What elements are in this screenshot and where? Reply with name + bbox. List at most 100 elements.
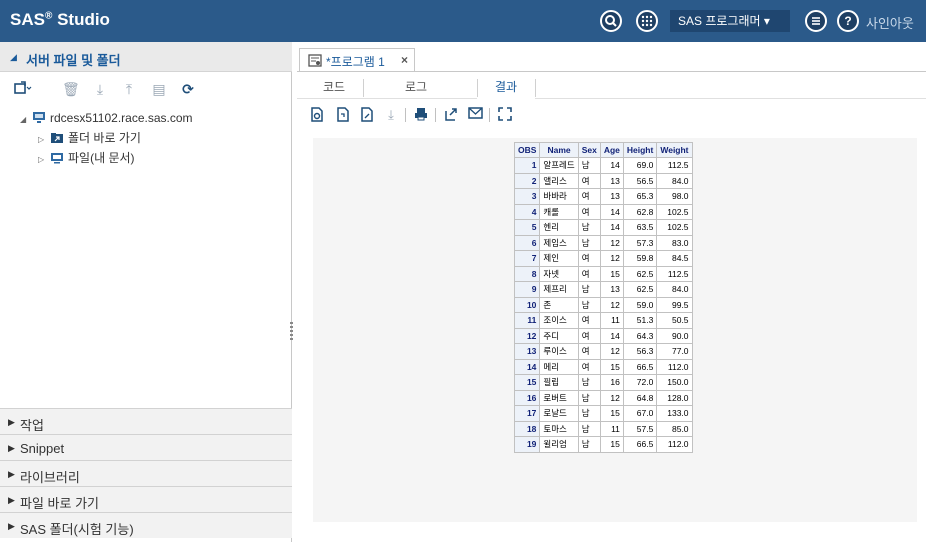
table-body: 1 알프레드 남 14 69.0 112.5 2 앨리스 여 13 56.5 84.0 3 바바라 여 13 6… — [513, 157, 693, 453]
refresh-icon[interactable]: ⟳ — [180, 81, 196, 97]
column-header: Height — [622, 142, 658, 158]
export-rtf-icon[interactable] — [359, 107, 375, 123]
table-cell: 90.0 — [656, 327, 693, 344]
table-cell: 150.0 — [656, 374, 693, 391]
table-cell: 99.5 — [656, 296, 693, 313]
export-pdf-icon[interactable] — [335, 107, 351, 123]
tree-expanded-icon[interactable]: ◢ — [20, 110, 32, 130]
table-cell: 남 — [577, 389, 601, 406]
active-tab-indicator — [477, 97, 535, 99]
table-cell: 여 — [577, 312, 601, 329]
table-cell: 남 — [577, 296, 601, 313]
tab-log[interactable]: 로그 — [387, 77, 445, 97]
tree-item-server[interactable]: ◢ rdcesx51102.race.sas.com — [20, 108, 193, 128]
table-cell: 16 — [599, 374, 624, 391]
pane-splitter-handle[interactable] — [290, 322, 293, 340]
section-sas-folders[interactable]: ▶ SAS 폴더(시험 기능) — [0, 512, 292, 538]
help-icon[interactable]: ? — [837, 10, 859, 32]
table-cell: 12 — [599, 389, 624, 406]
server-files-header[interactable]: ◢ 서버 파일 및 폴더 — [0, 42, 292, 72]
table-cell: 57.3 — [622, 234, 658, 251]
results-viewer: OBS Name Sex Age Height Weight 1 알프레드 남 14 6… — [313, 138, 917, 522]
table-row: 16 로버트 남 12 64.8 128.0 — [513, 389, 693, 406]
table-row: 10 존 남 12 59.0 99.5 — [513, 296, 693, 313]
sas-studio-window: SAS® Studio SAS 프로그래머 ▾ ? 사인아웃 ◢ 서버 파일 및… — [0, 0, 926, 542]
column-header: Age — [599, 142, 624, 158]
tab-program-1[interactable]: *프로그램 1 × — [299, 48, 415, 72]
section-file-shortcuts[interactable]: ▶ 파일 바로 가기 — [0, 486, 292, 512]
divider — [535, 79, 536, 97]
output-table: OBS Name Sex Age Height Weight 1 알프레드 남 14 6… — [513, 142, 693, 453]
delete-icon[interactable]: 🗑 — [62, 81, 80, 97]
table-row: 12 주디 여 14 64.3 90.0 — [513, 327, 693, 344]
table-cell: 112.0 — [656, 436, 693, 453]
export-html-icon[interactable] — [309, 107, 325, 123]
section-label: 작업 — [20, 418, 44, 433]
tab-results[interactable]: 결과 — [477, 77, 535, 97]
column-header: Sex — [577, 142, 601, 158]
menu-icon[interactable] — [805, 10, 827, 32]
table-cell: 바바라 — [539, 188, 579, 205]
table-row: 11 조이스 여 11 51.3 50.5 — [513, 312, 693, 329]
table-cell: 59.0 — [622, 296, 658, 313]
perspective-dropdown[interactable]: SAS 프로그래머 ▾ — [670, 10, 790, 32]
table-row: 13 루이스 여 12 56.3 77.0 — [513, 343, 693, 360]
maximize-icon[interactable] — [497, 107, 513, 123]
table-cell: 17 — [513, 405, 541, 422]
table-row: 9 제프리 남 13 62.5 84.0 — [513, 281, 693, 298]
section-label: Snippet — [20, 441, 65, 456]
tree-item-folder-shortcuts[interactable]: ▷ 폴더 바로 가기 — [38, 128, 141, 148]
print-icon[interactable] — [413, 107, 429, 123]
table-row: 19 윌리엄 남 15 66.5 112.0 — [513, 436, 693, 453]
tree-item-my-documents[interactable]: ▷ 파일(내 문서) — [38, 148, 135, 168]
tab-code[interactable]: 코드 — [305, 77, 363, 97]
signout-link[interactable]: 사인아웃 — [866, 13, 914, 32]
section-tasks[interactable]: ▶ 작업 — [0, 408, 292, 434]
tree-collapsed-icon[interactable]: ▷ — [38, 130, 50, 150]
table-cell: 여 — [577, 172, 601, 189]
tab-divider — [297, 71, 926, 72]
subtab-divider — [297, 98, 926, 99]
download-icon[interactable]: ⤓ — [383, 107, 399, 123]
table-cell: 14 — [599, 327, 624, 344]
table-cell: 65.3 — [622, 188, 658, 205]
tree-collapsed-icon[interactable]: ▷ — [38, 150, 50, 170]
table-cell: 여 — [577, 358, 601, 375]
download-icon[interactable]: ⤓ — [92, 81, 108, 97]
table-cell: 56.5 — [622, 172, 658, 189]
table-cell: 남 — [577, 219, 601, 236]
apps-icon[interactable] — [636, 10, 658, 32]
close-icon[interactable]: × — [401, 53, 408, 67]
table-cell: 13 — [599, 281, 624, 298]
upload-icon[interactable]: ⤒ — [121, 81, 137, 97]
table-row: 18 토마스 남 11 57.5 85.0 — [513, 420, 693, 437]
table-cell: 12 — [599, 343, 624, 360]
table-cell: 128.0 — [656, 389, 693, 406]
table-row: 8 자넷 여 15 62.5 112.5 — [513, 265, 693, 282]
table-cell: 84.0 — [656, 172, 693, 189]
table-cell: 102.5 — [656, 203, 693, 220]
table-cell: 84.5 — [656, 250, 693, 267]
email-icon[interactable] — [467, 107, 483, 123]
table-cell: 윌리엄 — [539, 436, 579, 453]
open-in-new-window-icon[interactable] — [443, 107, 459, 123]
table-cell: 16 — [513, 389, 541, 406]
tree-item-label: 파일(내 문서) — [68, 151, 135, 165]
table-cell: 62.5 — [622, 281, 658, 298]
expand-triangle-icon: ▶ — [8, 495, 15, 505]
table-cell: 112.5 — [656, 157, 693, 174]
new-item-icon[interactable] — [14, 81, 32, 97]
table-cell: 남 — [577, 405, 601, 422]
column-header: OBS — [513, 142, 541, 158]
table-row: 7 제인 여 12 59.8 84.5 — [513, 250, 693, 267]
search-icon[interactable] — [600, 10, 622, 32]
table-cell: 5 — [513, 219, 541, 236]
table-cell: 제인 — [539, 250, 579, 267]
section-label: 라이브러리 — [20, 470, 80, 485]
properties-icon[interactable]: ▤ — [151, 81, 167, 97]
table-row: 3 바바라 여 13 65.3 98.0 — [513, 188, 693, 205]
expand-triangle-icon: ▶ — [8, 521, 15, 531]
section-snippets[interactable]: ▶ Snippet — [0, 434, 292, 460]
divider — [489, 108, 490, 122]
section-libraries[interactable]: ▶ 라이브러리 — [0, 460, 292, 486]
